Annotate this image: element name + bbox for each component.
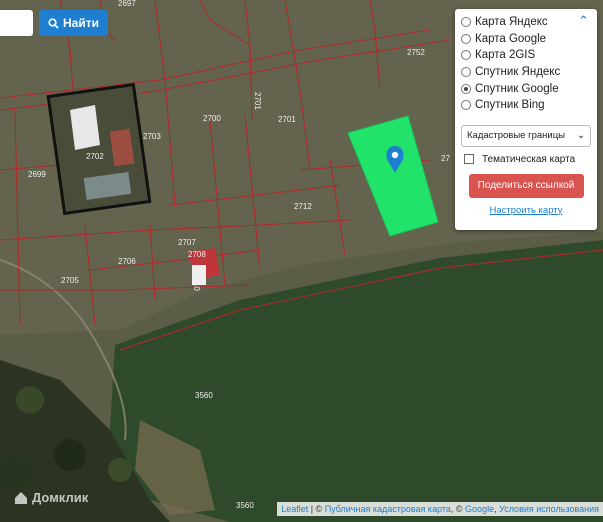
radio-icon[interactable] (461, 67, 471, 78)
tree (108, 458, 132, 482)
thematic-map-toggle[interactable]: Тематическая карта (461, 154, 591, 165)
parcel-number: 2697 (118, 0, 136, 8)
parcel-number: 3560 (236, 501, 254, 510)
share-link-button[interactable]: Поделиться ссылкой (468, 173, 584, 198)
search-input[interactable] (0, 10, 33, 36)
layer-option-label: Карта Google (475, 32, 547, 45)
parcel-number: 2703 (143, 132, 161, 141)
parcel-number: 2701 (253, 92, 262, 110)
layer-option[interactable]: Карта 2GIS (461, 47, 591, 64)
domclick-watermark: Домклик (14, 490, 88, 505)
watermark-text: Домклик (32, 490, 89, 505)
google-link[interactable]: Google (465, 504, 494, 514)
layer-option-label: Спутник Яндекс (475, 66, 561, 79)
overlay-select-value: Кадастровые границы (467, 130, 565, 142)
parcel-number: 2710 (192, 273, 201, 291)
search-button[interactable]: Найти (39, 10, 108, 36)
parcel-number: 27 (441, 154, 450, 163)
tree (16, 386, 44, 414)
parcel-number: 2699 (28, 170, 46, 179)
parcel-number: 2712 (294, 202, 312, 211)
parcel-number: 2708 (188, 250, 206, 259)
thematic-map-label: Тематическая карта (482, 153, 576, 165)
layer-option[interactable]: Спутник Яндекс (461, 64, 591, 81)
layer-option[interactable]: Спутник Google (461, 80, 591, 97)
overlay-select[interactable]: Кадастровые границы ⌄ (461, 124, 591, 147)
radio-icon[interactable] (461, 17, 471, 28)
parcel-number: 2701 (278, 115, 296, 124)
attribution-separator: , © (450, 504, 466, 514)
leaflet-link[interactable]: Leaflet (281, 504, 308, 514)
parcel-number: 2700 (203, 114, 221, 123)
parcel-number: 2702 (86, 152, 104, 161)
attribution-separator: | © (308, 504, 325, 514)
radio-icon[interactable] (461, 100, 471, 111)
parcel-number: 2752 (407, 48, 425, 57)
layer-option-label: Карта Яндекс (475, 16, 548, 29)
map-attribution: Leaflet | © Публичная кадастровая карта,… (277, 502, 603, 516)
checkbox-icon[interactable] (464, 154, 474, 165)
configure-map-link[interactable]: Настроить карту (461, 205, 591, 216)
pkk-link[interactable]: Публичная кадастровая карта (325, 504, 451, 514)
search-icon (48, 17, 59, 29)
layer-option[interactable]: Карта Google (461, 31, 591, 48)
search-button-label: Найти (63, 16, 99, 30)
parcel-number: 2707 (178, 238, 196, 247)
radio-icon[interactable] (461, 33, 471, 44)
house-roof (70, 105, 100, 150)
layer-option-label: Карта 2GIS (475, 49, 536, 62)
radio-icon-selected[interactable] (461, 83, 471, 94)
chevron-down-icon: ⌄ (577, 130, 585, 142)
layer-option[interactable]: Спутник Bing (461, 97, 591, 114)
parcel-number: 3560 (195, 391, 213, 400)
domclick-logo-icon (15, 491, 27, 504)
layer-option-label: Спутник Google (475, 82, 559, 95)
radio-icon[interactable] (461, 50, 471, 61)
chevron-up-icon[interactable]: ⌃ (578, 13, 589, 29)
tree (54, 439, 86, 471)
layer-option-label: Спутник Bing (475, 99, 545, 112)
layer-option[interactable]: Карта Яндекс (461, 14, 591, 31)
parcel-number: 2705 (61, 276, 79, 285)
layers-panel: ⌃ Карта Яндекс Карта Google Карта 2GIS С… (455, 9, 597, 230)
parcel-number: 2706 (118, 257, 136, 266)
terms-link[interactable]: Условия использования (499, 504, 599, 514)
